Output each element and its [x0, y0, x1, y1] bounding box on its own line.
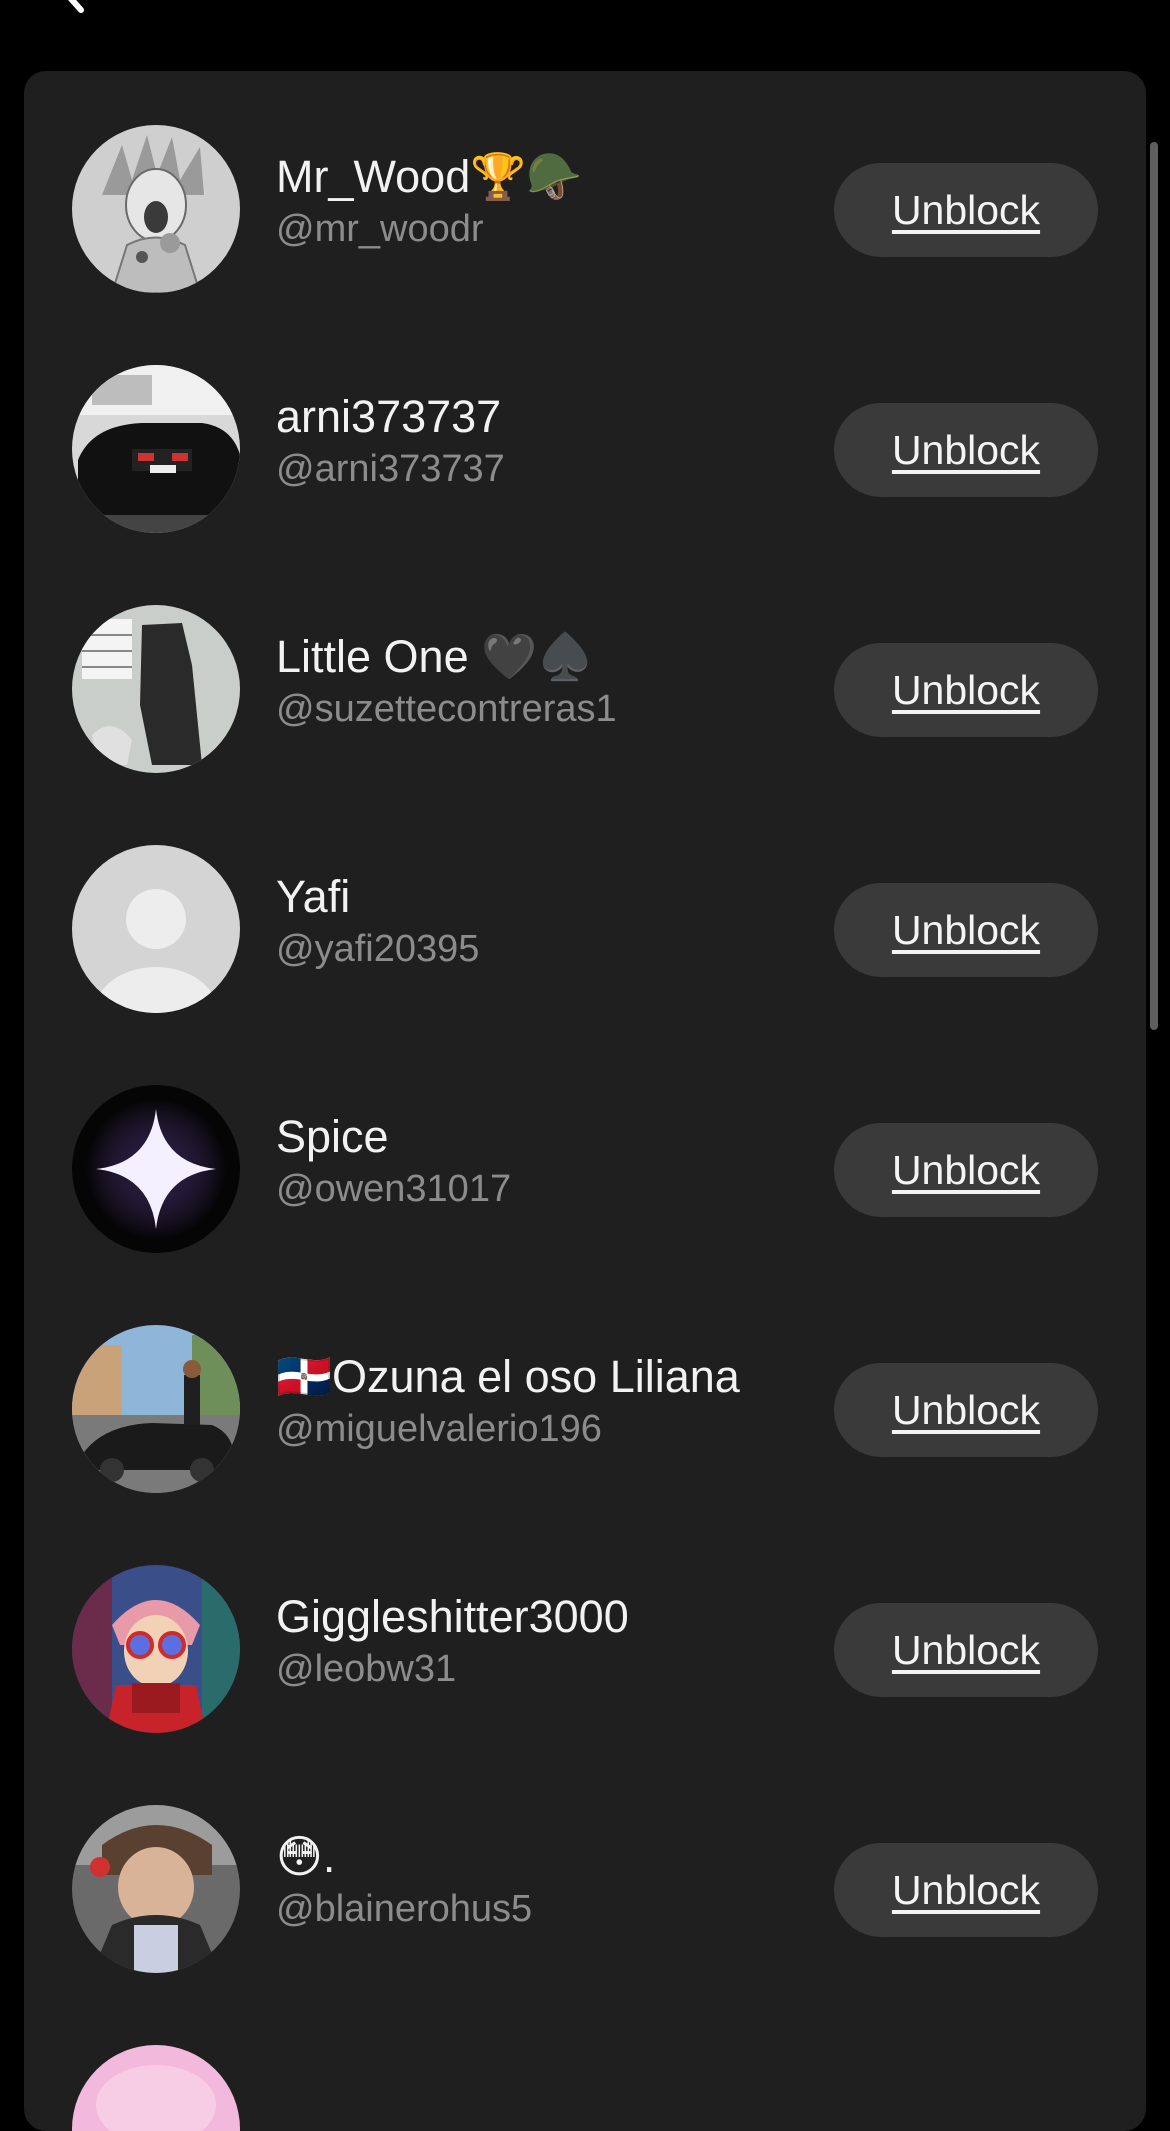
list-item: Giggleshitter3000 @leobw31 Unblock	[24, 1511, 1146, 1751]
display-name: Little One 🖤♠️	[276, 631, 594, 682]
top-bar	[0, 0, 1170, 70]
display-name: Giggleshitter3000	[276, 1591, 629, 1642]
display-name: 😳.	[276, 1831, 336, 1882]
avatar[interactable]	[72, 1085, 240, 1253]
unblock-button[interactable]: Unblock	[834, 643, 1098, 737]
scrollbar[interactable]	[1150, 142, 1158, 1030]
avatar[interactable]	[72, 2045, 240, 2131]
unblock-button[interactable]: Unblock	[834, 403, 1098, 497]
unblock-button[interactable]: Unblock	[834, 163, 1098, 257]
list-item	[24, 1991, 1146, 2131]
username-handle: @arni373737	[276, 448, 505, 490]
list-item: Mr_Wood🏆🪖 @mr_woodr Unblock	[24, 71, 1146, 311]
avatar[interactable]	[72, 1325, 240, 1493]
username-handle: @yafi20395	[276, 928, 480, 970]
username-handle: @suzettecontreras1	[276, 688, 617, 730]
username-handle: @miguelvalerio196	[276, 1408, 602, 1450]
username-handle: @blainerohus5	[276, 1888, 533, 1930]
unblock-button[interactable]: Unblock	[834, 1603, 1098, 1697]
list-item: Spice @owen31017 Unblock	[24, 1031, 1146, 1271]
username-handle: @mr_woodr	[276, 208, 484, 250]
avatar[interactable]	[72, 125, 240, 293]
unblock-button[interactable]: Unblock	[834, 1363, 1098, 1457]
unblock-button[interactable]: Unblock	[834, 883, 1098, 977]
blocked-accounts-list: Mr_Wood🏆🪖 @mr_woodr Unblock arni373737 @…	[24, 71, 1146, 2131]
chevron-left-icon	[59, 0, 89, 19]
avatar[interactable]	[72, 1565, 240, 1733]
unblock-button[interactable]: Unblock	[834, 1123, 1098, 1217]
username-handle: @leobw31	[276, 1648, 457, 1690]
list-item: Yafi @yafi20395 Unblock	[24, 791, 1146, 1031]
back-button[interactable]	[52, 0, 96, 16]
list-item: 🇩🇴Ozuna el oso Liliana @miguelvalerio196…	[24, 1271, 1146, 1511]
username-handle: @owen31017	[276, 1168, 512, 1210]
list-item: 😳. @blainerohus5 Unblock	[24, 1751, 1146, 1991]
avatar[interactable]	[72, 1805, 240, 1973]
display-name: arni373737	[276, 391, 502, 442]
display-name: Mr_Wood🏆🪖	[276, 151, 583, 202]
avatar[interactable]	[72, 845, 240, 1013]
display-name: Yafi	[276, 871, 351, 922]
avatar[interactable]	[72, 605, 240, 773]
display-name: Spice	[276, 1111, 389, 1162]
unblock-button[interactable]: Unblock	[834, 1843, 1098, 1937]
display-name: 🇩🇴Ozuna el oso Liliana	[276, 1351, 740, 1402]
list-item: Little One 🖤♠️ @suzettecontreras1 Unbloc…	[24, 551, 1146, 791]
default-avatar-icon	[72, 845, 240, 1013]
list-item: arni373737 @arni373737 Unblock	[24, 311, 1146, 551]
avatar[interactable]	[72, 365, 240, 533]
